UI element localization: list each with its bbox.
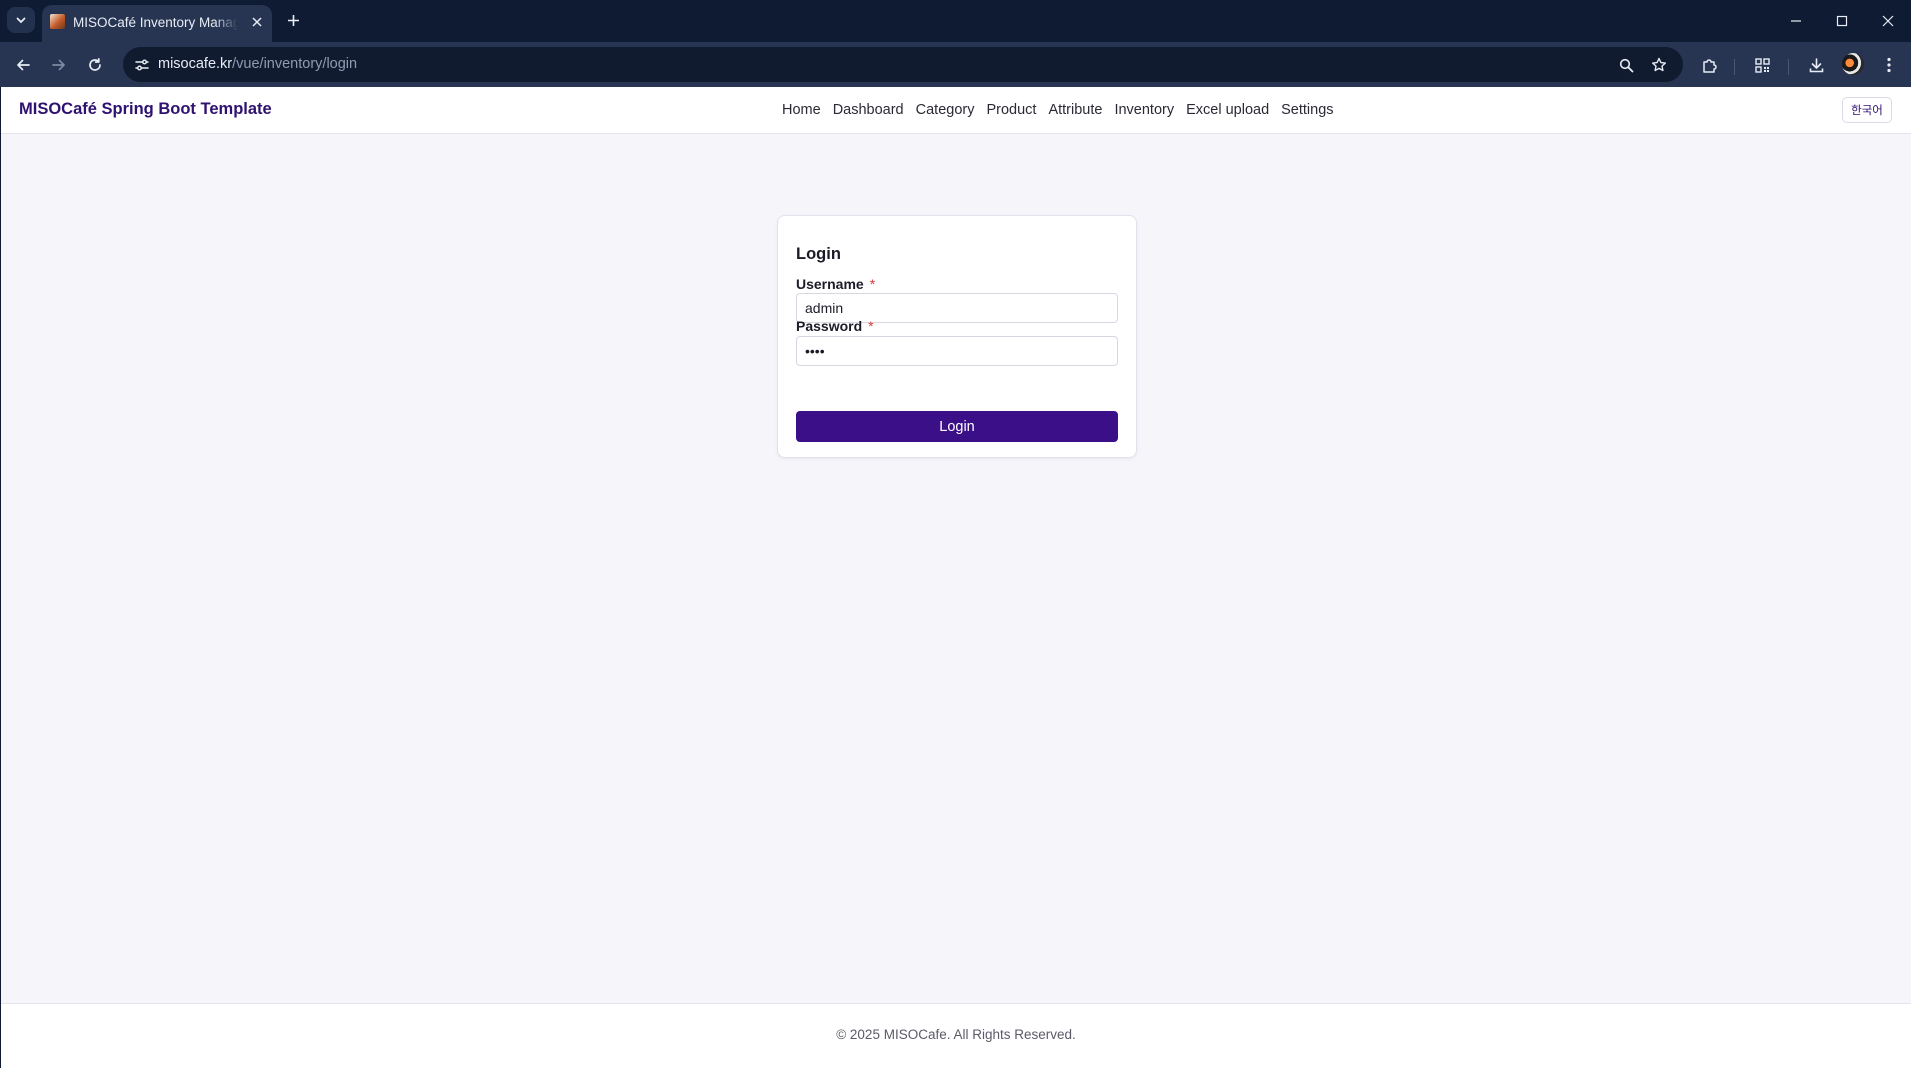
forward-icon [52, 59, 65, 71]
main-nav: Home Dashboard Category Product Attribut… [782, 102, 1346, 118]
minimize-button[interactable] [1773, 0, 1819, 42]
back-icon [17, 59, 30, 71]
site-info-button[interactable] [129, 52, 155, 78]
minimize-icon [1791, 20, 1801, 22]
close-tab-button[interactable] [248, 13, 266, 31]
browser-toolbar: misocafe.kr/vue/inventory/login [0, 42, 1911, 87]
chrome-menu-button[interactable] [1876, 52, 1902, 78]
nav-category[interactable]: Category [916, 102, 975, 118]
profile-avatar[interactable] [1842, 53, 1864, 75]
login-card: Login Username * Password * Login [777, 215, 1137, 458]
username-label-text: Username [796, 276, 864, 292]
nav-attribute[interactable]: Attribute [1048, 102, 1102, 118]
close-window-button[interactable] [1865, 0, 1911, 42]
url-text: misocafe.kr/vue/inventory/login [158, 56, 357, 72]
download-icon [1809, 57, 1823, 72]
login-button[interactable]: Login [796, 411, 1118, 442]
app-header: MISOCafé Spring Boot Template Home Dashb… [1, 87, 1911, 134]
close-icon [252, 17, 262, 27]
plus-icon [287, 14, 299, 26]
star-icon [1652, 57, 1666, 72]
language-toggle-button[interactable]: 한국어 [1842, 97, 1892, 123]
kebab-menu-icon [1887, 57, 1891, 73]
tab-list-button[interactable] [7, 7, 35, 33]
nav-product[interactable]: Product [986, 102, 1036, 118]
nav-settings[interactable]: Settings [1281, 102, 1333, 118]
password-input[interactable] [796, 336, 1118, 366]
nav-dashboard[interactable]: Dashboard [833, 102, 904, 118]
site-info-icon [135, 59, 149, 71]
downloads-button[interactable] [1803, 52, 1829, 78]
url-path: /vue/inventory/login [232, 56, 358, 72]
maximize-icon [1836, 15, 1848, 27]
app-footer: © 2025 MISOCafe. All Rights Reserved. [1, 1003, 1911, 1068]
reload-icon [89, 57, 101, 71]
required-mark: * [869, 276, 876, 292]
password-label: Password * [796, 318, 874, 334]
nav-home[interactable]: Home [782, 102, 821, 118]
username-label: Username * [796, 276, 875, 292]
login-title: Login [796, 245, 841, 263]
nav-excel-upload[interactable]: Excel upload [1186, 102, 1269, 118]
reload-button[interactable] [80, 50, 110, 80]
forward-button[interactable] [44, 50, 74, 80]
password-label-text: Password [796, 318, 863, 334]
new-tab-button[interactable] [281, 8, 305, 32]
browser-tabstrip: MISOCafé Inventory Management [0, 0, 1911, 42]
nav-inventory[interactable]: Inventory [1114, 102, 1174, 118]
browser-tab[interactable]: MISOCafé Inventory Management [42, 5, 272, 42]
required-mark: * [868, 318, 874, 334]
favicon-icon [50, 14, 65, 29]
chevron-down-icon [16, 17, 26, 24]
extensions-button[interactable] [1696, 52, 1722, 78]
toolbar-separator [1734, 59, 1735, 75]
tab-search-button[interactable] [1749, 52, 1775, 78]
qr-icon [1754, 57, 1770, 73]
brand-title[interactable]: MISOCafé Spring Boot Template [19, 100, 272, 119]
tab-title: MISOCafé Inventory Management [73, 15, 238, 30]
close-window-icon [1882, 15, 1894, 27]
extensions-icon [1702, 58, 1717, 73]
copyright-text: © 2025 MISOCafe. All Rights Reserved. [836, 1027, 1076, 1042]
zoom-icon [1619, 58, 1633, 72]
page-viewport: MISOCafé Spring Boot Template Home Dashb… [1, 87, 1911, 1068]
toolbar-separator [1788, 59, 1789, 75]
maximize-button[interactable] [1819, 0, 1865, 42]
back-button[interactable] [8, 50, 38, 80]
zoom-button[interactable] [1616, 55, 1636, 75]
address-bar[interactable]: misocafe.kr/vue/inventory/login [123, 47, 1683, 82]
bookmark-button[interactable] [1649, 55, 1669, 75]
url-host: misocafe.kr [158, 56, 233, 72]
